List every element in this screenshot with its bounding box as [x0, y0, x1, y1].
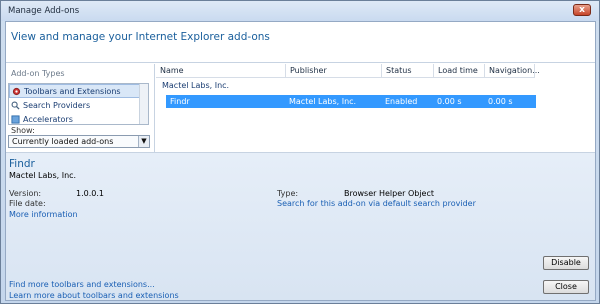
type-value: Browser Helper Object: [344, 189, 435, 198]
search-icon: [11, 101, 20, 110]
addon-name: Findr: [9, 158, 35, 170]
header-band: View and manage your Internet Explorer a…: [6, 22, 595, 62]
disable-button[interactable]: Disable: [543, 256, 589, 270]
accelerator-icon: [11, 115, 20, 124]
addon-types-list: Toolbars and Extensions Search Providers…: [8, 83, 149, 125]
chevron-down-icon: ▼: [138, 136, 149, 147]
version-label: Version:: [9, 189, 42, 198]
addon-publisher: Mactel Labs, Inc.: [9, 171, 77, 180]
more-information-link[interactable]: More information: [9, 210, 78, 219]
type-item-accelerators[interactable]: Accelerators: [9, 113, 148, 124]
gear-icon: [12, 87, 21, 96]
addon-types-pane: Add-on Types Toolbars and Extensions Sea…: [6, 64, 152, 148]
col-publisher[interactable]: Publisher: [286, 64, 382, 78]
type-label: Type:: [277, 189, 299, 198]
col-load-time[interactable]: Load time: [434, 64, 485, 78]
show-label: Show:: [11, 126, 35, 135]
manage-addons-window: Manage Add-ons x View and manage your In…: [0, 0, 600, 304]
type-item-label: Search Providers: [23, 101, 91, 110]
types-scrollbar[interactable]: [139, 84, 148, 124]
type-item-search-providers[interactable]: Search Providers: [9, 99, 148, 113]
search-addon-link[interactable]: Search for this add-on via default searc…: [277, 199, 476, 208]
cell-load-time: 0.00 s: [437, 97, 462, 106]
show-dropdown-value: Currently loaded add-ons: [12, 137, 114, 146]
addons-grid: Name Publisher Status Load time Navigati…: [156, 64, 594, 152]
addon-types-label: Add-on Types: [11, 69, 65, 78]
table-row[interactable]: Findr Mactel Labs, Inc. Enabled 0.00 s 0…: [166, 95, 536, 108]
type-item-label: Toolbars and Extensions: [24, 87, 121, 96]
details-panel: Findr Mactel Labs, Inc. Version: 1.0.0.1…: [6, 153, 595, 300]
show-dropdown[interactable]: Currently loaded add-ons ▼: [8, 135, 150, 148]
client-area: View and manage your Internet Explorer a…: [5, 21, 596, 301]
page-headline: View and manage your Internet Explorer a…: [11, 31, 270, 43]
col-navigation[interactable]: Navigation...: [485, 64, 540, 78]
cell-status: Enabled: [385, 97, 418, 106]
learn-more-link[interactable]: Learn more about toolbars and extensions: [9, 291, 179, 300]
col-status[interactable]: Status: [382, 64, 434, 78]
pane-divider: [154, 64, 155, 152]
cell-navigation: 0.00 s: [488, 97, 513, 106]
publisher-group-header: Mactel Labs, Inc.: [162, 81, 230, 90]
cell-name: Findr: [170, 97, 190, 106]
title-bar: Manage Add-ons x: [1, 1, 599, 21]
version-value: 1.0.0.1: [76, 189, 104, 198]
close-button[interactable]: Close: [543, 280, 589, 294]
header-divider: [6, 62, 595, 63]
cell-publisher: Mactel Labs, Inc.: [289, 97, 357, 106]
window-close-button[interactable]: x: [573, 4, 591, 16]
col-name[interactable]: Name: [156, 64, 286, 78]
filedate-label: File date:: [9, 199, 46, 208]
window-title: Manage Add-ons: [8, 6, 80, 16]
type-item-label: Accelerators: [23, 115, 73, 124]
find-more-link[interactable]: Find more toolbars and extensions...: [9, 280, 155, 289]
type-item-toolbars[interactable]: Toolbars and Extensions: [9, 84, 148, 98]
